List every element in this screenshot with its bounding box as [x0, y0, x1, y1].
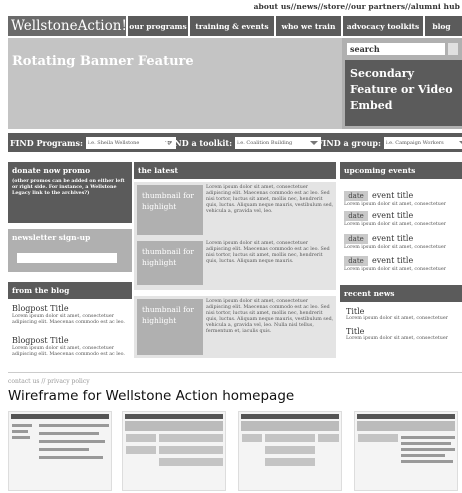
blog-post-title[interactable]: Blogpost Title — [12, 336, 130, 345]
find-programs-label: FIND Programs: — [10, 137, 83, 148]
news-item[interactable]: Title Lorem ipsum dolor sit amet, consec… — [346, 307, 448, 322]
thumbnail-image[interactable]: thumbnail for highlight — [137, 241, 203, 285]
blog-post[interactable]: Blogpost Title Lorem ipsum dolor sit ame… — [12, 304, 130, 326]
secondary-feature[interactable]: Secondary Feature or Video Embed — [345, 60, 462, 126]
donate-title: donate now promo — [12, 166, 91, 175]
blog-post[interactable]: Blogpost Title Lorem ipsum dolor sit ame… — [12, 336, 130, 358]
event-desc: Lorem ipsum dolor sit amet, consectetuer — [344, 202, 446, 207]
find-bar: FIND Programs: i.e. Sheila Wellstone FIN… — [8, 133, 462, 152]
event-title[interactable]: event title — [372, 191, 413, 200]
event-date: date — [344, 234, 368, 244]
newsletter-title: newsletter sign-up — [12, 233, 91, 242]
search-input[interactable]: search — [347, 43, 445, 55]
event-title[interactable]: event title — [372, 234, 413, 243]
newsletter-email-input[interactable] — [17, 253, 117, 263]
event-desc: Lorem ipsum dolor sit amet, consectetuer — [344, 267, 446, 272]
main-nav-bar: WellstoneAction! our programs training &… — [8, 16, 462, 36]
find-group-label: FIND a group: — [317, 137, 381, 148]
nav-our-programs[interactable]: our programs — [128, 16, 190, 36]
utility-link-news[interactable]: news — [296, 2, 317, 11]
event-desc: Lorem ipsum dolor sit amet, consectetuer — [344, 222, 446, 227]
find-toolkit-label: FIND a toolkit: — [165, 137, 233, 148]
find-group: FIND a group: i.e. Campaign Workers — [317, 133, 462, 152]
news-title[interactable]: Title — [346, 327, 448, 336]
news-desc: Lorem ipsum dolor sit amet, consectetuer — [346, 316, 448, 321]
rotating-banner[interactable]: Rotating Banner Feature — [8, 38, 342, 129]
search-button[interactable] — [448, 43, 458, 55]
news-item[interactable]: Title Lorem ipsum dolor sit amet, consec… — [346, 327, 448, 342]
nav-who-we-train[interactable]: who we train — [276, 16, 343, 36]
wireframe-thumbnail[interactable] — [122, 411, 226, 491]
latest-item[interactable]: thumbnail for highlight Lorem ipsum dolo… — [134, 182, 336, 240]
side-feature-panel: search Secondary Feature or Video Embed — [342, 38, 462, 129]
latest-header: the latest — [134, 162, 336, 179]
latest-item-text: Lorem ipsum dolor sit amet, consectetuer… — [206, 299, 334, 334]
news-title[interactable]: Title — [346, 307, 448, 316]
utility-link-about[interactable]: about us — [254, 2, 291, 11]
wireframe-thumbnail[interactable] — [238, 411, 342, 491]
utility-link-alumni[interactable]: alumni hub — [411, 2, 460, 11]
event-desc: Lorem ipsum dolor sit amet, consectetuer — [344, 245, 446, 250]
blog-post-excerpt: Lorem ipsum dolor sit amet, consectetuer… — [12, 346, 125, 357]
thumbnail-image[interactable]: thumbnail for highlight — [137, 185, 203, 235]
latest-item[interactable]: thumbnail for highlight Lorem ipsum dolo… — [134, 238, 336, 290]
blog-post-title[interactable]: Blogpost Title — [12, 304, 130, 313]
utility-link-store[interactable]: store — [323, 2, 345, 11]
footer-links[interactable]: contact us // privacy policy — [8, 378, 90, 385]
wireframe-thumbnail[interactable] — [8, 411, 112, 491]
donate-body: (other promos can be added on either lef… — [12, 178, 125, 196]
event-date: date — [344, 256, 368, 266]
site-logo[interactable]: WellstoneAction! — [8, 16, 128, 36]
utility-nav: about us // news // store // our partner… — [253, 2, 460, 11]
latest-item-text: Lorem ipsum dolor sit amet, consectetuer… — [206, 241, 330, 264]
events-header: upcoming events — [340, 162, 462, 179]
banner-title: Rotating Banner Feature — [12, 54, 194, 69]
wireframe-thumbnail[interactable] — [354, 411, 458, 491]
footer-divider — [8, 372, 462, 373]
find-group-select[interactable]: i.e. Campaign Workers — [383, 136, 462, 149]
main-nav: our programs training & events who we tr… — [128, 16, 462, 36]
find-toolkit: FIND a toolkit: i.e. Coalition Building — [165, 133, 322, 152]
blog-header: from the blog — [8, 282, 132, 299]
find-programs: FIND Programs: i.e. Sheila Wellstone — [10, 133, 176, 152]
news-desc: Lorem ipsum dolor sit amet, consectetuer — [346, 336, 448, 341]
nav-blog[interactable]: blog — [425, 16, 458, 36]
nav-advocacy-toolkits[interactable]: advocacy toolkits — [343, 16, 425, 36]
find-programs-select[interactable]: i.e. Sheila Wellstone — [85, 136, 176, 149]
nav-training-events[interactable]: training & events — [190, 16, 276, 36]
image-caption: Wireframe for Wellstone Action homepage — [8, 388, 295, 404]
event-date: date — [344, 211, 368, 221]
event-date: date — [344, 191, 368, 201]
blog-post-excerpt: Lorem ipsum dolor sit amet, consectetuer… — [12, 314, 125, 325]
thumbnail-image[interactable]: thumbnail for highlight — [137, 299, 203, 355]
donate-promo[interactable]: donate now promo (other promos can be ad… — [8, 162, 132, 223]
find-toolkit-select[interactable]: i.e. Coalition Building — [235, 136, 322, 149]
recent-news-header: recent news — [340, 285, 462, 302]
event-title[interactable]: event title — [372, 211, 413, 220]
newsletter-signup: newsletter sign-up — [8, 229, 132, 272]
utility-link-partners[interactable]: our partners — [351, 2, 405, 11]
latest-item[interactable]: thumbnail for highlight Lorem ipsum dolo… — [134, 296, 336, 358]
wireframe-thumbnails — [8, 411, 462, 491]
event-title[interactable]: event title — [372, 256, 413, 265]
latest-item-text: Lorem ipsum dolor sit amet, consectetuer… — [206, 185, 334, 214]
